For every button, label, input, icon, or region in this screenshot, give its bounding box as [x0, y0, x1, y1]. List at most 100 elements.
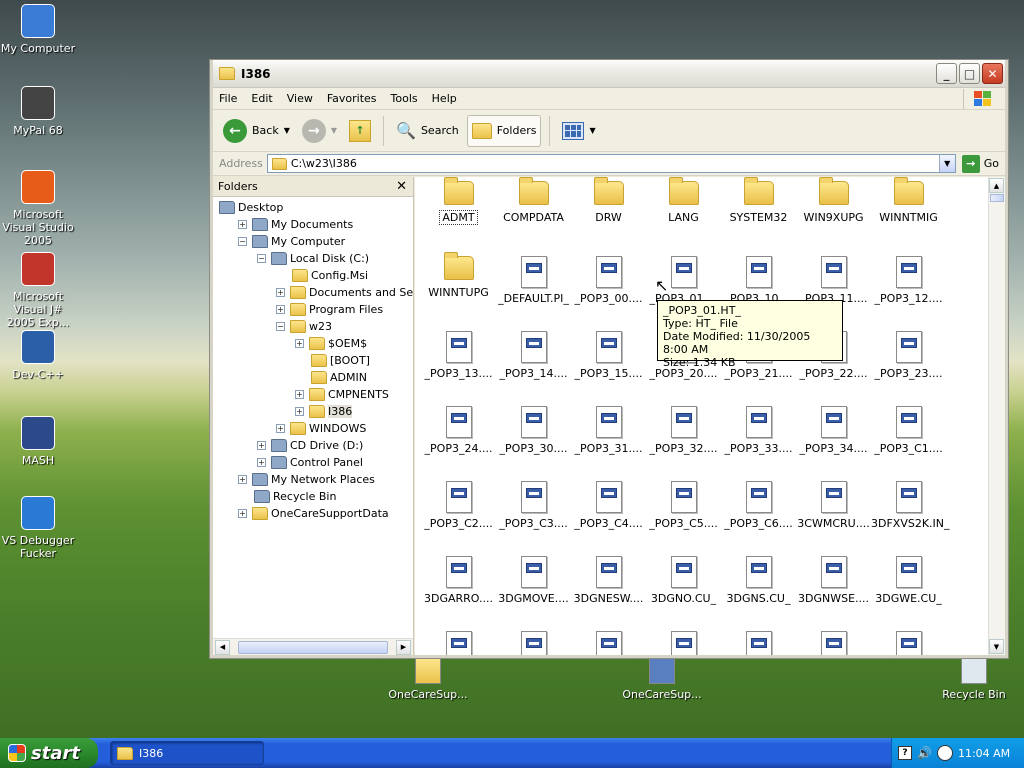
scroll-thumb[interactable]: [990, 194, 1004, 202]
collapse-icon[interactable]: −: [276, 322, 285, 331]
desktop-icon-bottom-2[interactable]: Recycle Bin: [934, 658, 1014, 701]
back-button[interactable]: ← Back ▼: [219, 115, 294, 147]
expand-icon[interactable]: +: [295, 407, 304, 416]
file-item[interactable]: _POP3_C2....: [421, 481, 496, 530]
tree-item[interactable]: + Control Panel: [257, 454, 363, 471]
file-item[interactable]: _POP3_14....: [496, 331, 571, 380]
tree-item[interactable]: [BOOT]: [295, 352, 370, 369]
file-item[interactable]: _POP3_32....: [646, 406, 721, 455]
file-item[interactable]: [871, 631, 946, 655]
folder-item[interactable]: COMPDATA: [496, 177, 571, 224]
file-item[interactable]: _POP3_11....: [796, 256, 871, 305]
tray-chevron-icon[interactable]: [936, 745, 953, 761]
desktop-icon-bottom-0[interactable]: OneCareSup...: [388, 658, 468, 701]
file-item[interactable]: _POP3_C5....: [646, 481, 721, 530]
scroll-right-button[interactable]: ▶: [396, 639, 411, 655]
file-item[interactable]: [421, 631, 496, 655]
file-item[interactable]: _POP3_00....: [571, 256, 646, 305]
file-item[interactable]: _POP3_34....: [796, 406, 871, 455]
scroll-down-button[interactable]: ▼: [989, 639, 1004, 654]
file-item[interactable]: _POP3_C1....: [871, 406, 946, 455]
desktop-icon-visual-studio[interactable]: Microsoft Visual Studio 2005: [0, 170, 78, 247]
maximize-button[interactable]: □: [959, 63, 980, 84]
folders-button[interactable]: Folders: [466, 114, 542, 147]
file-item[interactable]: 3DGNESW....: [571, 556, 646, 605]
desktop-icon-dev-cpp[interactable]: Dev-C++: [0, 330, 78, 381]
taskbar-item-i386[interactable]: I386: [110, 741, 264, 765]
file-item[interactable]: 3CWMCRU....: [796, 481, 871, 530]
expand-icon[interactable]: +: [238, 475, 247, 484]
file-item[interactable]: 3DFXVS2K.IN_: [871, 481, 950, 530]
file-item[interactable]: 3DGNO.CU_: [646, 556, 721, 605]
file-item[interactable]: _POP3_33....: [721, 406, 796, 455]
file-item[interactable]: [646, 631, 721, 655]
tree-item[interactable]: + CMPNENTS: [295, 386, 389, 403]
file-item[interactable]: _POP3_30....: [496, 406, 571, 455]
expand-icon[interactable]: +: [238, 220, 247, 229]
tree-item[interactable]: + $OEM$: [295, 335, 367, 352]
menu-file[interactable]: File: [219, 92, 237, 105]
collapse-icon[interactable]: −: [238, 237, 247, 246]
file-item[interactable]: _DEFAULT.PI_: [496, 256, 571, 305]
collapse-icon[interactable]: −: [257, 254, 266, 263]
file-item[interactable]: _POP3_12....: [871, 256, 946, 305]
file-item[interactable]: 3DGNS.CU_: [721, 556, 796, 605]
file-item[interactable]: [721, 631, 796, 655]
folder-item[interactable]: LANG: [646, 177, 721, 224]
help-icon[interactable]: ?: [898, 746, 912, 760]
close-button[interactable]: ✕: [982, 63, 1003, 84]
tree-item[interactable]: + My Network Places: [238, 471, 375, 488]
file-item[interactable]: _POP3_13....: [421, 331, 496, 380]
file-item[interactable]: _POP3_C3....: [496, 481, 571, 530]
file-item[interactable]: 3DGNWSE....: [796, 556, 871, 605]
close-folders-pane-button[interactable]: ✕: [396, 179, 407, 194]
file-item[interactable]: [796, 631, 871, 655]
folder-item[interactable]: WIN9XUPG: [796, 177, 871, 224]
menu-tools[interactable]: Tools: [391, 92, 418, 105]
search-button[interactable]: 🔍 Search: [392, 115, 463, 147]
expand-icon[interactable]: +: [295, 339, 304, 348]
file-item[interactable]: [496, 631, 571, 655]
views-button[interactable]: ▼: [558, 115, 599, 147]
go-button[interactable]: → Go: [961, 154, 999, 173]
desktop-icon-bottom-1[interactable]: OneCareSup...: [622, 658, 702, 701]
desktop-icon-visual-jsharp[interactable]: Microsoft Visual J# 2005 Exp...: [0, 252, 78, 329]
tree-item[interactable]: + Program Files: [276, 301, 383, 318]
desktop-icon-mypal[interactable]: MyPal 68: [0, 86, 78, 137]
folder-item[interactable]: DRW: [571, 177, 646, 224]
menu-view[interactable]: View: [287, 92, 313, 105]
expand-icon[interactable]: +: [257, 458, 266, 467]
menu-favorites[interactable]: Favorites: [327, 92, 377, 105]
scroll-thumb[interactable]: [238, 640, 388, 654]
file-item[interactable]: _POP3_23....: [871, 331, 946, 380]
tree-item[interactable]: Config.Msi: [276, 267, 368, 284]
file-item[interactable]: _POP3_24....: [421, 406, 496, 455]
expand-icon[interactable]: +: [276, 305, 285, 314]
scroll-up-button[interactable]: ▲: [989, 178, 1004, 193]
desktop-icon-my-computer[interactable]: My Computer: [0, 4, 78, 55]
chevron-down-icon[interactable]: ▼: [331, 126, 337, 135]
tree-item[interactable]: + I386: [295, 403, 353, 420]
minimize-button[interactable]: _: [936, 63, 957, 84]
tree-item[interactable]: Recycle Bin: [238, 488, 336, 505]
file-item[interactable]: _POP3_15....: [571, 331, 646, 380]
tree-item[interactable]: + CD Drive (D:): [257, 437, 363, 454]
scroll-left-button[interactable]: ◀: [215, 639, 230, 655]
expand-icon[interactable]: +: [257, 441, 266, 450]
forward-button[interactable]: → ▼: [298, 115, 341, 147]
vertical-scrollbar[interactable]: ▲ ▼: [988, 177, 1005, 655]
tree-item[interactable]: − Local Disk (C:): [257, 250, 369, 267]
expand-icon[interactable]: +: [276, 424, 285, 433]
chevron-down-icon[interactable]: ▼: [284, 126, 290, 135]
tree-item[interactable]: + My Documents: [238, 216, 353, 233]
file-item[interactable]: 3DGARRO....: [421, 556, 496, 605]
file-item[interactable]: _POP3_C6....: [721, 481, 796, 530]
expand-icon[interactable]: +: [238, 509, 247, 518]
title-bar[interactable]: I386 _ □ ✕: [213, 60, 1005, 88]
file-item[interactable]: 3DGMOVE....: [496, 556, 571, 605]
start-button[interactable]: start: [0, 738, 98, 768]
desktop-icon-vs-debugger[interactable]: VS Debugger Fucker: [0, 496, 78, 560]
tree-item[interactable]: − w23: [276, 318, 332, 335]
file-item[interactable]: _POP3_31....: [571, 406, 646, 455]
address-dropdown-button[interactable]: ▼: [938, 155, 955, 172]
